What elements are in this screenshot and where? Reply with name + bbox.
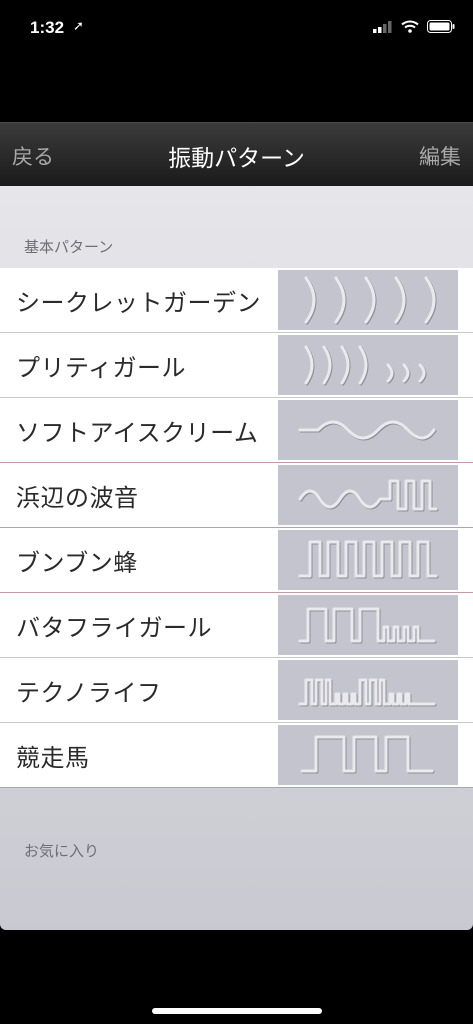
cellular-signal-icon — [373, 20, 392, 33]
home-indicator[interactable] — [152, 1008, 322, 1014]
pattern-label: シークレットガーデン — [16, 288, 261, 317]
pattern-row[interactable]: 浜辺の波音 — [0, 463, 473, 528]
page-title: 振動パターン — [168, 146, 305, 172]
pattern-label: バタフライガール — [16, 613, 212, 642]
pattern-row[interactable]: 競走馬 — [0, 723, 473, 787]
pulse-decreasing-pattern-icon — [278, 595, 458, 655]
square-pulse-pattern-icon — [278, 530, 458, 590]
arcs-decreasing-pattern-icon — [278, 335, 458, 395]
location-arrow-icon: ➚ — [73, 19, 84, 34]
section-header-basic: 基本パターン — [24, 238, 114, 256]
pattern-label: 競走馬 — [16, 743, 90, 772]
pattern-label: 浜辺の波音 — [16, 483, 139, 512]
pattern-label: テクノライフ — [16, 678, 162, 707]
pattern-list: シークレットガーデン プリティガール ソフトアイスクリーム 浜辺の波音 ブンブン… — [0, 268, 473, 787]
pattern-row[interactable]: ブンブン蜂 — [0, 528, 473, 593]
pattern-label: ブンブン蜂 — [16, 548, 138, 577]
edit-button[interactable]: 編集 — [419, 141, 461, 171]
sine-wave-pattern-icon — [278, 400, 458, 460]
wifi-icon — [401, 20, 419, 33]
pattern-row[interactable]: プリティガール — [0, 333, 473, 398]
status-bar: 1:32 ➚ — [0, 0, 473, 60]
battery-icon — [427, 20, 455, 33]
navigation-bar: 戻る 振動パターン 編集 — [0, 122, 473, 187]
arcs-large-pattern-icon — [278, 270, 458, 330]
list-divider — [0, 787, 473, 788]
techno-pulse-pattern-icon — [278, 660, 458, 720]
pattern-label: プリティガール — [16, 353, 187, 382]
status-time: 1:32 — [30, 18, 65, 37]
pattern-list-view[interactable]: 基本パターン シークレットガーデン プリティガール ソフトアイスクリーム 浜辺の… — [0, 186, 473, 930]
pattern-row[interactable]: ソフトアイスクリーム — [0, 398, 473, 463]
gallop-pulse-pattern-icon — [278, 725, 458, 785]
section-header-favorites: お気に入り — [24, 842, 100, 860]
wave-then-pulse-pattern-icon — [278, 465, 458, 525]
pattern-row[interactable]: バタフライガール — [0, 593, 473, 658]
status-icons — [373, 20, 455, 33]
pattern-row[interactable]: テクノライフ — [0, 658, 473, 723]
pattern-label: ソフトアイスクリーム — [16, 418, 259, 447]
pattern-row[interactable]: シークレットガーデン — [0, 268, 473, 333]
